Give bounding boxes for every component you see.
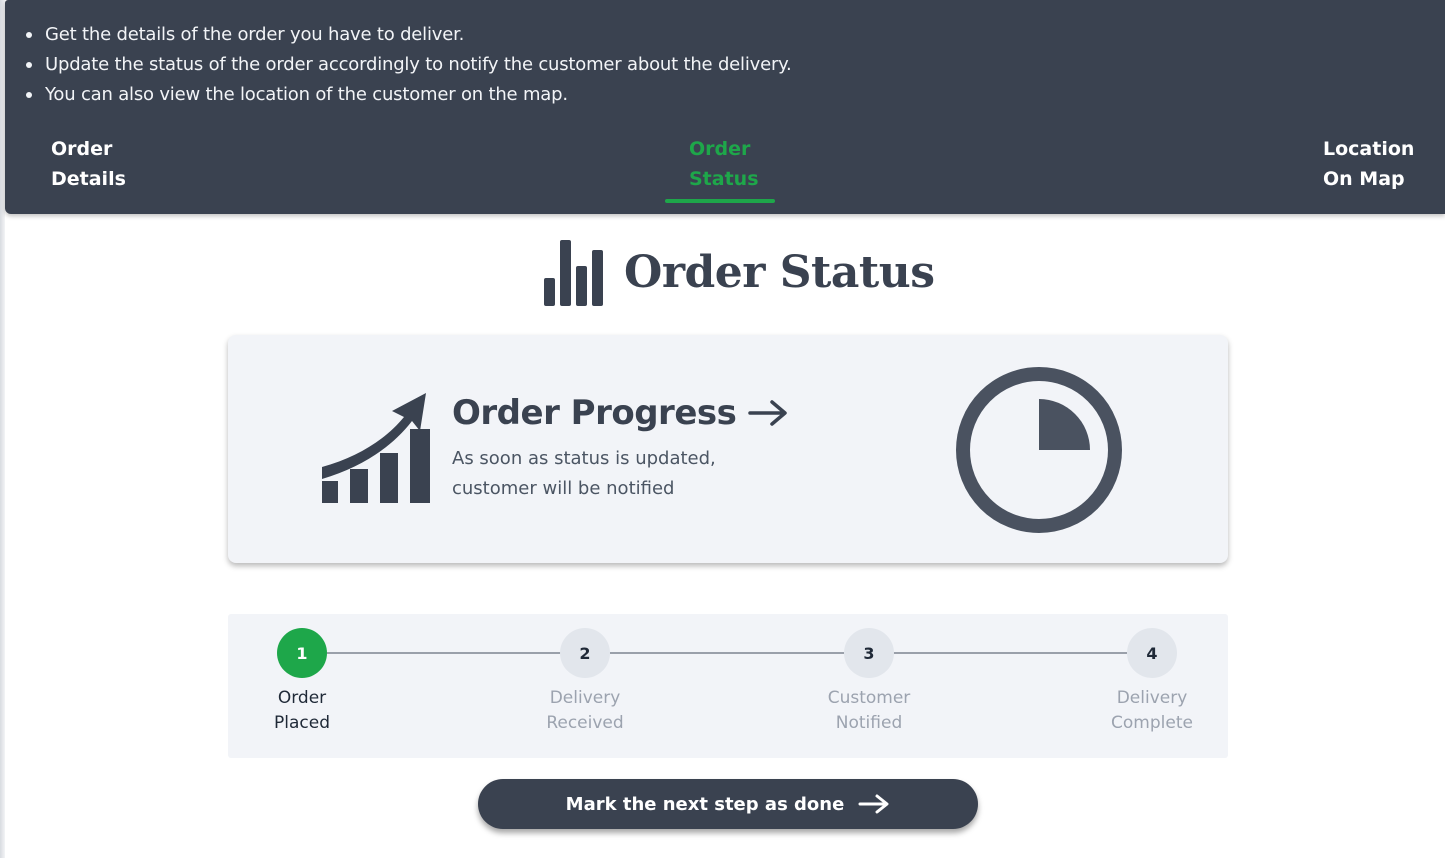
step-delivery-received: 2 Delivery Received [515,628,655,736]
instruction-item: Update the status of the order according… [26,50,792,80]
growth-chart-icon [322,393,430,503]
tab-order-details[interactable]: Order Details [51,134,126,194]
step-label-line: Notified [835,713,903,733]
clock-quarter-icon [956,367,1122,533]
step-label-line: Placed [274,713,330,733]
tab-label: Order [689,138,751,160]
order-progress-card: Order Progress As soon as status is upda… [228,335,1228,563]
instructions-list: Get the details of the order you have to… [26,20,792,110]
step-label-line: Delivery [1116,688,1188,708]
tab-location-on-map[interactable]: Location On Map [1323,134,1414,194]
tab-label: Location [1323,138,1415,160]
tab-label: Details [51,168,126,190]
step-label: Delivery Received [515,686,655,736]
step-label-line: Delivery [549,688,621,708]
tab-label: Status [689,168,759,190]
top-panel: Get the details of the order you have to… [5,0,1445,214]
tab-label: On Map [1323,168,1405,190]
step-label: Customer Notified [799,686,939,736]
step-label-line: Order [277,688,327,708]
instruction-item: You can also view the location of the cu… [26,80,792,110]
step-order-placed: 1 Order Placed [232,628,372,736]
step-label-line: Received [546,713,624,733]
instruction-item: Get the details of the order you have to… [26,20,792,50]
button-label: Mark the next step as done [565,793,845,815]
page-header: Order Status [540,232,935,312]
bar-chart-icon [544,240,603,306]
page-title: Order Status [624,246,935,298]
step-label-line: Complete [1111,713,1193,733]
step-label: Delivery Complete [1082,686,1222,736]
description-line: customer will be notified [452,478,675,499]
description-line: As soon as status is updated, [452,448,716,469]
tab-label: Order [51,138,113,160]
arrow-right-icon [748,400,788,426]
active-tab-indicator [665,199,775,203]
mark-next-step-button[interactable]: Mark the next step as done [478,779,978,829]
progress-heading: Order Progress [452,393,788,433]
order-status-stepper: 1 Order Placed 2 Delivery Received 3 Cus… [228,614,1228,758]
arrow-right-icon [858,794,889,814]
step-label: Order Placed [232,686,372,736]
step-number: 1 [277,628,327,678]
tab-order-status[interactable]: Order Status [689,134,759,194]
step-label-line: Customer [827,688,911,708]
step-delivery-complete: 4 Delivery Complete [1082,628,1222,736]
progress-title: Order Progress [452,393,737,433]
step-number: 4 [1127,628,1177,678]
progress-description: As soon as status is updated, customer w… [452,444,772,504]
step-customer-notified: 3 Customer Notified [799,628,939,736]
step-number: 3 [844,628,894,678]
step-number: 2 [560,628,610,678]
